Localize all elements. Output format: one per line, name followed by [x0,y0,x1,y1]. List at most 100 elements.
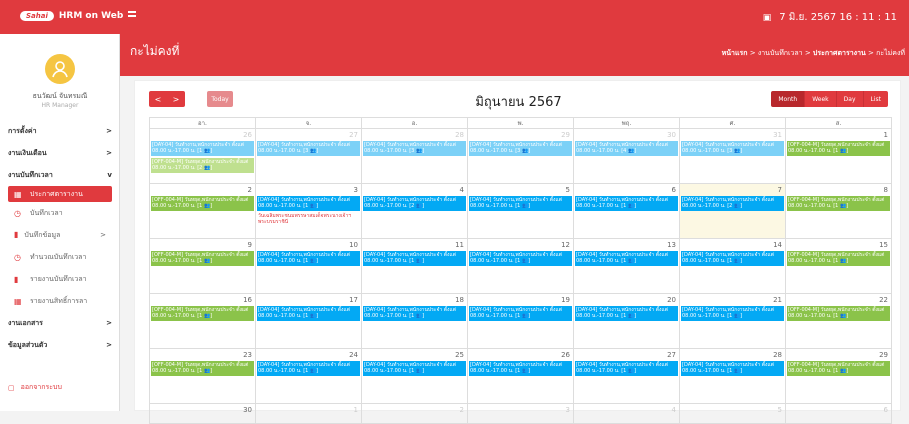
event-workday[interactable]: [DAY-04] วันทำงาน,พนักงานประจำ ตั้งแต่ 0… [575,251,678,266]
breadcrumb-home[interactable]: หน้าแรก [722,49,748,57]
day-number[interactable]: 28 [773,351,782,359]
event-dayoff[interactable]: [OFF-004-M] วันหยุด,พนักงานประจำ ตั้งแต่… [787,251,890,266]
brand[interactable]: Sahai HRM on Web [20,9,123,23]
calendar-day[interactable]: 19 [DAY-04] วันทำงาน,พนักงานประจำ ตั้งแต่… [468,294,574,348]
sidebar-subitem-time-report[interactable]: ▮ รายงานบันทึกเวลา [0,268,120,290]
day-number[interactable]: 6 [672,186,676,194]
day-number[interactable]: 2 [248,186,252,194]
day-number[interactable]: 2 [460,406,464,414]
avatar[interactable] [45,54,75,84]
view-day-button[interactable]: Day [836,91,864,107]
calendar-day[interactable]: 28 [DAY-04] วันทำงาน,พนักงานประจำ ตั้งแต่… [362,129,468,183]
day-number[interactable]: 11 [455,241,464,249]
calendar-day[interactable]: 17 [DAY-04] วันทำงาน,พนักงานประจำ ตั้งแต่… [256,294,362,348]
calendar-day[interactable]: 20 [DAY-04] วันทำงาน,พนักงานประจำ ตั้งแต่… [574,294,680,348]
calendar-day[interactable]: 6 [DAY-04] วันทำงาน,พนักงานประจำ ตั้งแต่ … [574,184,680,238]
event-workday[interactable]: [DAY-04] วันทำงาน,พนักงานประจำ ตั้งแต่ 0… [469,251,572,266]
day-number[interactable]: 26 [243,131,252,139]
day-number[interactable]: 10 [349,241,358,249]
event-workday[interactable]: [DAY-04] วันทำงาน,พนักงานประจำ ตั้งแต่ 0… [575,306,678,321]
day-number[interactable]: 27 [667,351,676,359]
day-number[interactable]: 17 [349,296,358,304]
calendar-day[interactable]: 6 [786,404,892,423]
event-workday[interactable]: [DAY-04] วันทำงาน,พนักงานประจำ ตั้งแต่ 0… [681,361,784,376]
menu-toggle-button[interactable] [128,10,138,20]
calendar-day[interactable]: 10 [DAY-04] วันทำงาน,พนักงานประจำ ตั้งแต่… [256,239,362,293]
calendar-day[interactable]: 1 [256,404,362,423]
event-workday[interactable]: [DAY-04] วันทำงาน,พนักงานประจำ ตั้งแต่ 0… [363,306,466,321]
day-number[interactable]: 19 [561,296,570,304]
event-workday[interactable]: [DAY-04] วันทำงาน,พนักงานประจำ ตั้งแต่ 0… [681,306,784,321]
day-number[interactable]: 3 [566,406,570,414]
view-month-button[interactable]: Month [771,91,806,107]
day-number[interactable]: 9 [248,241,252,249]
calendar-day[interactable]: 29 [OFF-004-M] วันหยุด,พนักงานประจำ ตั้งแ… [786,349,892,403]
day-number[interactable]: 29 [561,131,570,139]
sidebar-item-profile[interactable]: ข้อมูลส่วนตัว > [0,334,120,356]
calendar-day[interactable]: 30 [150,404,256,423]
calendar-day[interactable]: 25 [DAY-04] วันทำงาน,พนักงานประจำ ตั้งแต่… [362,349,468,403]
day-number[interactable]: 26 [561,351,570,359]
day-number[interactable]: 31 [773,131,782,139]
day-number[interactable]: 8 [884,186,888,194]
day-number[interactable]: 7 [778,186,782,194]
logout-button[interactable]: ▢ ออกจากระบบ [8,382,62,393]
sidebar-item-documents[interactable]: งานเอกสาร > [0,312,120,334]
calendar-day[interactable]: 29 [DAY-04] วันทำงาน,พนักงานประจำ ตั้งแต่… [468,129,574,183]
calendar-day[interactable]: 28 [DAY-04] วันทำงาน,พนักงานประจำ ตั้งแต่… [680,349,786,403]
sidebar-item-payroll[interactable]: งานเงินเดือน > [0,142,120,164]
day-number[interactable]: 24 [349,351,358,359]
view-week-button[interactable]: Week [805,91,837,107]
event-workday[interactable]: [DAY-04] วันทำงาน,พนักงานประจำ ตั้งแต่ 0… [469,306,572,321]
event-workday[interactable]: [DAY-04] วันทำงาน,พนักงานประจำ ตั้งแต่ 0… [257,251,360,266]
calendar-day[interactable]: 4 [DAY-04] วันทำงาน,พนักงานประจำ ตั้งแต่ … [362,184,468,238]
day-number[interactable]: 18 [455,296,464,304]
calendar-day[interactable]: 16 [OFF-004-M] วันหยุด,พนักงานประจำ ตั้งแ… [150,294,256,348]
event-dayoff[interactable]: [OFF-004-M] วันหยุด,พนักงานประจำ ตั้งแต่… [787,196,890,211]
sidebar-item-time[interactable]: งานบันทึกเวลา v [0,164,120,186]
calendar-day[interactable]: 22 [OFF-004-M] วันหยุด,พนักงานประจำ ตั้งแ… [786,294,892,348]
event-workday[interactable]: [DAY-04] วันทำงาน,พนักงานประจำ ตั้งแต่ 0… [575,196,678,211]
day-number[interactable]: 15 [879,241,888,249]
calendar-day[interactable]: 31 [DAY-04] วันทำงาน,พนักงานประจำ ตั้งแต่… [680,129,786,183]
event-workday[interactable]: [DAY-04] วันทำงาน,พนักงานประจำ ตั้งแต่ 0… [469,141,572,156]
day-number[interactable]: 28 [455,131,464,139]
calendar-day[interactable]: 5 [680,404,786,423]
calendar-day[interactable]: 23 [OFF-004-M] วันหยุด,พนักงานประจำ ตั้งแ… [150,349,256,403]
event-workday[interactable]: [DAY-04] วันทำงาน,พนักงานประจำ ตั้งแต่ 0… [363,361,466,376]
breadcrumb-time[interactable]: งานบันทึกเวลา [758,49,803,57]
sidebar-item-settings[interactable]: การตั้งค่า > [0,120,120,142]
day-number[interactable]: 14 [773,241,782,249]
event-workday[interactable]: [DAY-04] วันทำงาน,พนักงานประจำ ตั้งแต่ 0… [681,251,784,266]
day-number[interactable]: 4 [460,186,464,194]
sidebar-subitem-timelog[interactable]: ◷ บันทึกเวลา [0,202,120,224]
calendar-day[interactable]: 2 [362,404,468,423]
calendar-day[interactable]: 27 [DAY-04] วันทำงาน,พนักงานประจำ ตั้งแต่… [574,349,680,403]
calendar-day[interactable]: 13 [DAY-04] วันทำงาน,พนักงานประจำ ตั้งแต่… [574,239,680,293]
event-workday[interactable]: [DAY-04] วันทำงาน,พนักงานประจำ ตั้งแต่ 0… [363,141,466,156]
calendar-day[interactable]: 15 [OFF-004-M] วันหยุด,พนักงานประจำ ตั้งแ… [786,239,892,293]
calendar-day[interactable]: 24 [DAY-04] วันทำงาน,พนักงานประจำ ตั้งแต่… [256,349,362,403]
day-number[interactable]: 20 [667,296,676,304]
sidebar-subitem-leave-report[interactable]: ▦ รายงานสิทธิ์การลา [0,290,120,312]
calendar-day[interactable]: 4 [574,404,680,423]
calendar-day[interactable]: 21 [DAY-04] วันทำงาน,พนักงานประจำ ตั้งแต่… [680,294,786,348]
calendar-day[interactable]: 3 [DAY-04] วันทำงาน,พนักงานประจำ ตั้งแต่ … [256,184,362,238]
day-number[interactable]: 29 [879,351,888,359]
event-workday[interactable]: [DAY-04] วันทำงาน,พนักงานประจำ ตั้งแต่ 0… [681,196,784,211]
calendar-day[interactable]: 5 [DAY-04] วันทำงาน,พนักงานประจำ ตั้งแต่ … [468,184,574,238]
sidebar-subitem-schedule[interactable]: ▦ ประกาศตารางาน [8,186,112,202]
day-number[interactable]: 5 [778,406,782,414]
calendar-day[interactable]: 1 [OFF-004-M] วันหยุด,พนักงานประจำ ตั้งแต… [786,129,892,183]
day-number[interactable]: 22 [879,296,888,304]
day-number[interactable]: 30 [243,406,252,414]
breadcrumb-schedule[interactable]: ประกาศตารางาน [813,49,866,57]
calendar-day[interactable]: 3 [468,404,574,423]
calendar-day[interactable]: 12 [DAY-04] วันทำงาน,พนักงานประจำ ตั้งแต่… [468,239,574,293]
calendar-day-today[interactable]: 7 [DAY-04] วันทำงาน,พนักงานประจำ ตั้งแต่ … [680,184,786,238]
day-number[interactable]: 4 [672,406,676,414]
day-number[interactable]: 13 [667,241,676,249]
event-dayoff[interactable]: [OFF-004-M] วันหยุด,พนักงานประจำ ตั้งแต่… [151,251,254,266]
event-dayoff[interactable]: [OFF-004-M] วันหยุด,พนักงานประจำ ตั้งแต่… [151,158,254,173]
event-workday[interactable]: [DAY-04] วันทำงาน,พนักงานประจำ ตั้งแต่ 0… [469,361,572,376]
